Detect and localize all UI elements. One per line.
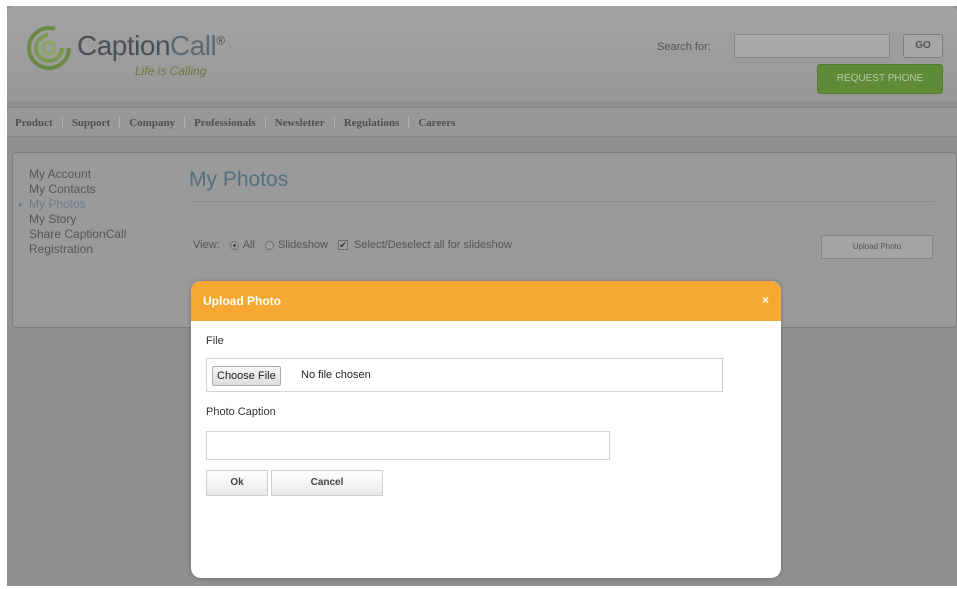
brand-tagline: Life is Calling	[135, 64, 207, 78]
search-go-button[interactable]: GO	[903, 34, 943, 58]
upload-photo-dialog: Upload Photo × File Choose File No file …	[191, 281, 781, 578]
search-input[interactable]	[734, 34, 890, 58]
view-options: View: All Slideshow ✔ Select/Deselect al…	[193, 239, 522, 251]
upload-photo-button[interactable]: Upload Photo	[821, 235, 933, 259]
file-input[interactable]: Choose File No file chosen	[206, 358, 723, 392]
view-slideshow-radio[interactable]	[264, 240, 274, 250]
sidebar-item-my-account[interactable]: My Account	[29, 167, 126, 182]
sidebar-item-my-contacts[interactable]: My Contacts	[29, 182, 126, 197]
nav-list: Product Support Company Professionals Ne…	[15, 117, 464, 129]
sidebar-item-my-photos[interactable]: ▸ My Photos	[19, 197, 126, 212]
sidebar-item-my-story[interactable]: My Story	[29, 212, 126, 227]
nav-item-professionals[interactable]: Professionals	[185, 117, 266, 129]
account-sidebar: My Account My Contacts ▸ My Photos My Sto…	[19, 167, 126, 257]
nav-item-product[interactable]: Product	[15, 117, 63, 129]
select-all-checkbox[interactable]: ✔	[338, 240, 349, 250]
ok-button[interactable]: Ok	[206, 470, 268, 496]
title-divider	[189, 201, 934, 202]
search-label: Search for:	[657, 41, 711, 53]
nav-item-newsletter[interactable]: Newsletter	[266, 117, 335, 129]
view-slideshow-label: Slideshow	[277, 239, 329, 251]
main-nav: Product Support Company Professionals Ne…	[7, 107, 957, 137]
select-all-label: Select/Deselect all for slideshow	[354, 239, 512, 251]
file-status: No file chosen	[301, 369, 371, 381]
dialog-title: Upload Photo	[203, 294, 281, 308]
view-all-radio[interactable]	[229, 240, 239, 250]
brand-name-part1: Caption	[77, 30, 171, 61]
nav-item-regulations[interactable]: Regulations	[335, 117, 410, 129]
trademark-symbol: ®	[216, 33, 225, 48]
sidebar-item-registration[interactable]: Registration	[29, 242, 126, 257]
brand-name: CaptionCall®	[77, 30, 225, 62]
nav-item-support[interactable]: Support	[63, 117, 121, 129]
page-title: My Photos	[189, 168, 289, 191]
request-phone-button[interactable]: REQUEST PHONE	[817, 64, 943, 94]
file-label: File	[206, 335, 224, 347]
caption-label: Photo Caption	[206, 406, 276, 418]
brand-logo[interactable]: CaptionCall® Life is Calling	[27, 24, 247, 84]
sidebar-item-my-photos-label: My Photos	[29, 197, 86, 211]
photo-caption-input[interactable]	[206, 431, 610, 460]
brand-name-part2: Call	[170, 30, 217, 61]
active-arrow-icon: ▸	[19, 199, 24, 209]
sidebar-item-share[interactable]: Share CaptionCall	[29, 227, 126, 242]
logo-swirl-icon	[27, 26, 71, 70]
choose-file-button[interactable]: Choose File	[212, 366, 281, 386]
site-header: CaptionCall® Life is Calling Search for:…	[7, 6, 957, 101]
nav-item-company[interactable]: Company	[120, 117, 186, 129]
view-all-label: All	[242, 239, 255, 251]
nav-item-careers[interactable]: Careers	[409, 117, 464, 129]
view-slideshow-option[interactable]: Slideshow	[264, 239, 329, 251]
dialog-header: Upload Photo ×	[191, 281, 781, 321]
view-label: View:	[193, 239, 220, 251]
close-icon[interactable]: ×	[762, 293, 769, 307]
cancel-button[interactable]: Cancel	[271, 470, 383, 496]
select-all-option[interactable]: ✔ Select/Deselect all for slideshow	[338, 239, 512, 251]
view-all-option[interactable]: All	[229, 239, 255, 251]
